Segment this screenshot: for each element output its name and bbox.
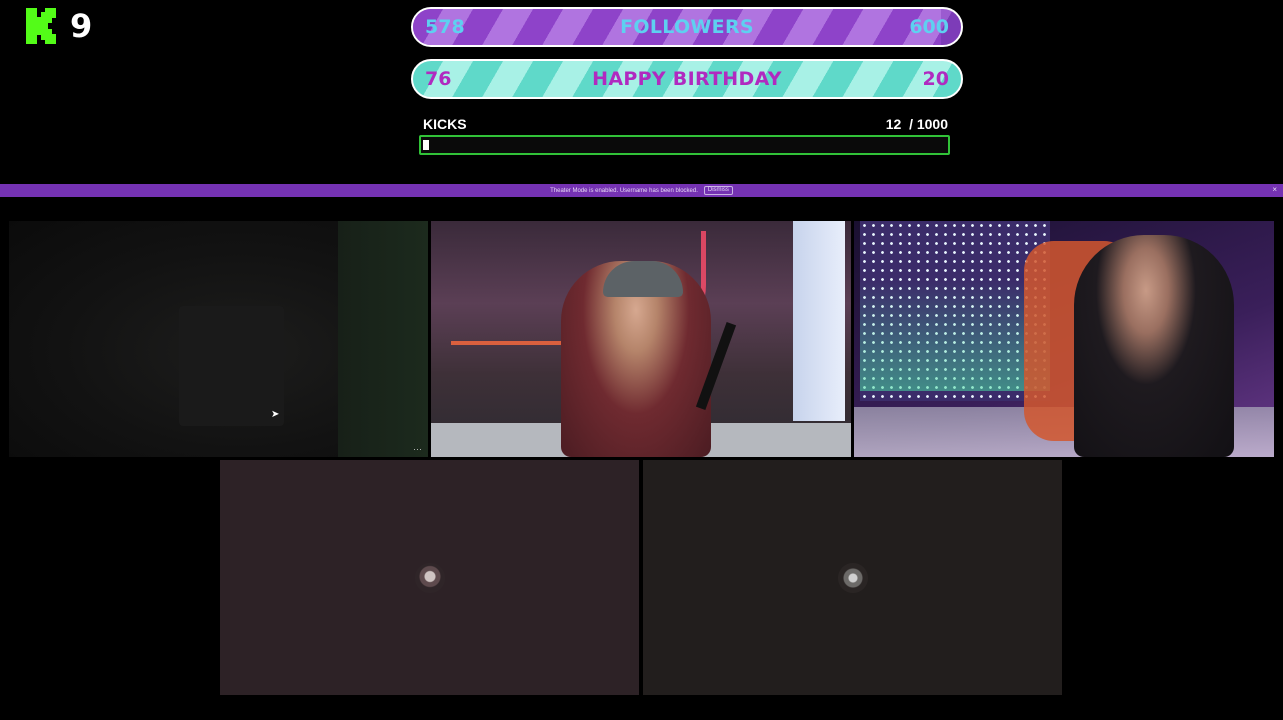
- streamer-video: [1074, 235, 1234, 457]
- more-options-icon[interactable]: ⋯: [413, 444, 422, 455]
- kicks-label: KICKS: [423, 116, 467, 132]
- kicks-progress-bar: [419, 135, 950, 155]
- notification-message: Theater Mode is enabled. Username has be…: [550, 187, 698, 194]
- kicks-current: 12: [885, 116, 902, 132]
- avatar: [837, 562, 868, 593]
- video-tile-participant-2[interactable]: [431, 221, 851, 457]
- kicks-progress-fill: [423, 140, 430, 150]
- video-tile-participant-3[interactable]: [854, 221, 1274, 457]
- kick-logo-icon: [26, 8, 60, 44]
- close-icon[interactable]: ×: [1272, 185, 1277, 194]
- followers-goal-title: FOLLOWERS: [620, 16, 754, 38]
- avatar: [414, 562, 445, 593]
- viewer-count: 9: [70, 7, 93, 45]
- channel-logo: 9: [26, 8, 92, 44]
- video-tile-participant-4[interactable]: [220, 460, 639, 695]
- birthday-goal-title: HAPPY BIRTHDAY: [592, 68, 782, 90]
- kicks-goal: KICKS 12 / 1000: [419, 116, 950, 155]
- birthday-goal-bar: 76 HAPPY BIRTHDAY 20: [411, 59, 963, 99]
- kicks-count: 12 / 1000: [886, 116, 948, 132]
- followers-goal-bar: 578 FOLLOWERS 600: [411, 7, 963, 47]
- video-tile-participant-5[interactable]: [643, 460, 1062, 695]
- notification-bar: Theater Mode is enabled. Username has be…: [0, 184, 1283, 197]
- birthday-target: 20: [922, 68, 949, 90]
- followers-target: 600: [909, 16, 949, 38]
- video-tile-participant-1[interactable]: ➤ ⋯: [9, 221, 428, 457]
- mouse-cursor-icon: ➤: [271, 409, 280, 420]
- dismiss-button[interactable]: Dismiss: [703, 186, 733, 195]
- kicks-total: / 1000: [909, 116, 948, 132]
